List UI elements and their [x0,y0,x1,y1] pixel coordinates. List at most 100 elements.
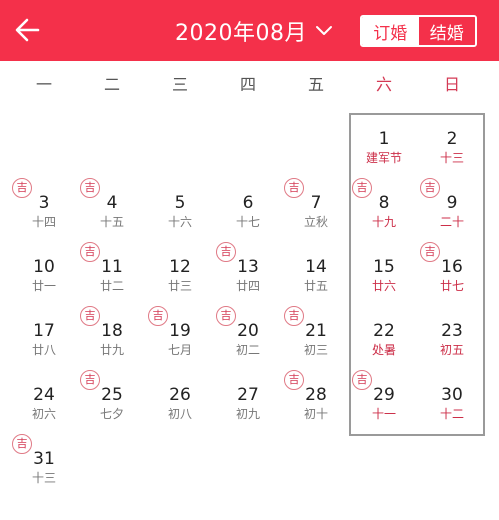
day-number: 9 [446,193,458,213]
weekday-header: 一 二 三 四 五 六 日 [10,70,486,100]
lunar-date: 初八 [167,407,192,421]
calendar-empty-cell [418,430,486,494]
tab-wedding[interactable]: 结婚 [418,17,475,45]
day-number: 26 [169,385,191,405]
calendar-day-cell[interactable]: 23 初五 [418,302,486,366]
calendar-day-cell[interactable]: 26 初八 [146,366,214,430]
lunar-date: 七夕 [99,407,124,421]
month-selector[interactable]: 2020年08月 [175,14,333,48]
day-number: 21 [305,321,327,341]
calendar-day-cell[interactable]: 吉 11 廿二 [78,238,146,302]
calendar-day-cell[interactable]: 吉 21 初三 [282,302,350,366]
calendar-day-cell[interactable]: 吉 3 十四 [10,174,78,238]
calendar-empty-cell [282,110,350,174]
calendar-day-cell[interactable]: 30 十二 [418,366,486,430]
day-number: 8 [378,193,390,213]
calendar-day-cell[interactable]: 吉 28 初十 [282,366,350,430]
lunar-date: 廿一 [31,279,56,293]
lunar-date: 廿四 [235,279,260,293]
lunar-date: 初九 [235,407,260,421]
calendar-day-cell[interactable]: 吉 9 二十 [418,174,486,238]
calendar-day-cell[interactable]: 吉 7 立秋 [282,174,350,238]
day-number: 3 [38,193,50,213]
lunar-date: 廿七 [439,279,464,293]
lunar-date: 初十 [303,407,328,421]
back-button[interactable] [10,12,46,48]
calendar-empty-cell [350,430,418,494]
calendar-day-cell[interactable]: 吉 8 十九 [350,174,418,238]
day-number: 24 [33,385,55,405]
lunar-date: 初五 [439,343,464,357]
lunar-date: 立秋 [303,215,328,229]
lunar-date: 十七 [235,215,260,229]
calendar-day-cell[interactable]: 吉 29 十一 [350,366,418,430]
lunar-date: 十一 [371,407,396,421]
calendar-week-row: 24 初六吉 25 七夕 26 初八 27 初九吉 28 初十吉 29 十一 30 十二 [10,366,486,430]
calendar-empty-cell [146,430,214,494]
day-number: 10 [33,257,55,277]
calendar-week-row: 吉 31 十三 [10,430,486,494]
weekday-label: 三 [171,75,188,94]
calendar-day-cell[interactable]: 24 初六 [10,366,78,430]
lunar-date: 廿三 [167,279,192,293]
weekday-label: 日 [443,75,460,94]
day-number: 17 [33,321,55,341]
tab-engagement[interactable]: 订婚 [362,17,419,45]
lunar-date: 十六 [167,215,192,229]
day-number: 19 [169,321,191,341]
calendar-empty-cell [78,430,146,494]
lunar-date: 初六 [31,407,56,421]
app-header: 2020年08月 订婚 结婚 [0,0,499,61]
day-number: 20 [237,321,259,341]
calendar-day-cell[interactable]: 1 建军节 [350,110,418,174]
calendar-week-row: 吉 3 十四吉 4 十五 5 十六 6 十七吉 7 立秋吉 8 十九吉 9 二十 [10,174,486,238]
calendar-day-cell[interactable]: 17 廿八 [10,302,78,366]
day-number: 28 [305,385,327,405]
calendar-day-cell[interactable]: 吉 18 廿九 [78,302,146,366]
weekday-label: 二 [103,75,120,94]
lunar-date: 二十 [439,215,464,229]
calendar-empty-cell [146,110,214,174]
lunar-date: 初二 [235,343,260,357]
calendar-empty-cell [282,430,350,494]
weekday-label: 一 [35,75,52,94]
calendar-day-cell[interactable]: 14 廿五 [282,238,350,302]
calendar-day-cell[interactable]: 5 十六 [146,174,214,238]
calendar-day-cell[interactable]: 吉 4 十五 [78,174,146,238]
calendar-day-cell[interactable]: 吉 16 廿七 [418,238,486,302]
calendar-day-cell[interactable]: 10 廿一 [10,238,78,302]
day-number: 6 [242,193,254,213]
calendar-day-cell[interactable]: 12 廿三 [146,238,214,302]
calendar-empty-cell [78,110,146,174]
calendar-week-row: 17 廿八吉 18 廿九吉 19 七月吉 20 初二吉 21 初三 22 处暑 23 初五 [10,302,486,366]
day-number: 7 [310,193,322,213]
lunar-date: 建军节 [365,151,402,165]
day-number: 18 [101,321,123,341]
calendar-day-cell[interactable]: 27 初九 [214,366,282,430]
calendar-day-cell[interactable]: 15 廿六 [350,238,418,302]
lunar-date: 廿六 [371,279,396,293]
weekday-label: 六 [375,75,392,94]
day-number: 25 [101,385,123,405]
lunar-date: 七月 [167,343,192,357]
calendar-grid: 1 建军节 2 十三吉 3 十四吉 4 十五 5 十六 6 十七吉 7 立秋吉 8 十九吉 9 二十 10 廿一吉 11… [10,110,486,494]
lunar-date: 十五 [99,215,124,229]
calendar-day-cell[interactable]: 吉 19 七月 [146,302,214,366]
calendar-day-cell[interactable]: 吉 31 十三 [10,430,78,494]
day-number: 4 [106,193,118,213]
lunar-date: 初三 [303,343,328,357]
calendar-day-cell[interactable]: 吉 20 初二 [214,302,282,366]
calendar-day-cell[interactable]: 吉 13 廿四 [214,238,282,302]
calendar-day-cell[interactable]: 22 处暑 [350,302,418,366]
calendar-day-cell[interactable]: 6 十七 [214,174,282,238]
day-number: 1 [378,129,390,149]
weekday-label: 四 [239,75,256,94]
calendar-empty-cell [214,430,282,494]
lunar-date: 处暑 [371,343,396,357]
day-number: 31 [33,449,55,469]
calendar-day-cell[interactable]: 2 十三 [418,110,486,174]
day-number: 22 [373,321,395,341]
lunar-date: 廿二 [99,279,124,293]
calendar-day-cell[interactable]: 吉 25 七夕 [78,366,146,430]
lunar-date: 廿九 [99,343,124,357]
